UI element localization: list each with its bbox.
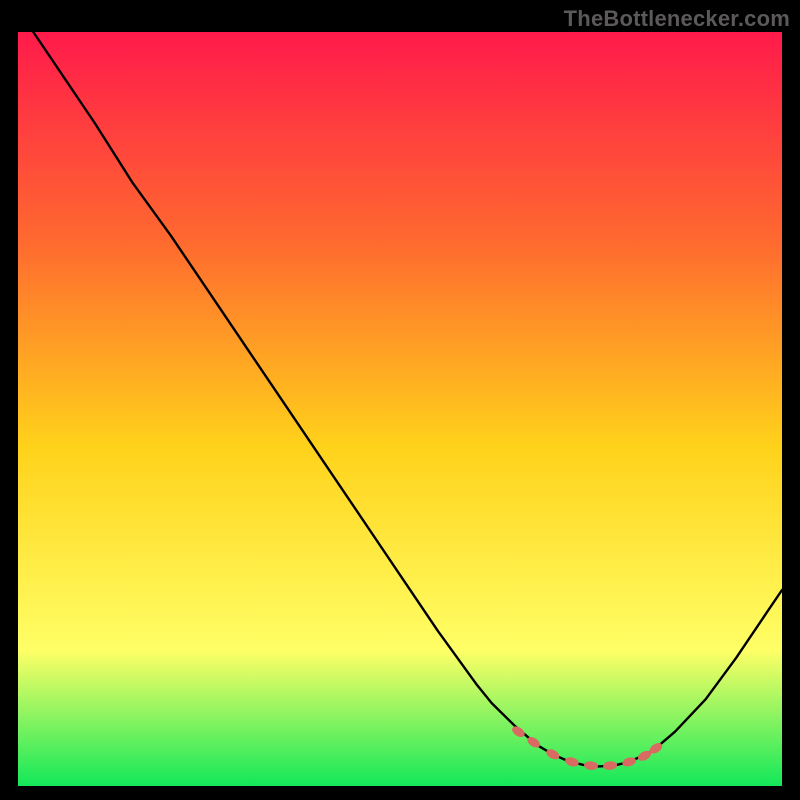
chart-frame: TheBottlenecker.com (0, 0, 800, 800)
bottleneck-chart-svg (18, 32, 782, 786)
gradient-background (18, 32, 782, 786)
plot-area (18, 32, 782, 786)
watermark-text: TheBottlenecker.com (564, 6, 790, 32)
